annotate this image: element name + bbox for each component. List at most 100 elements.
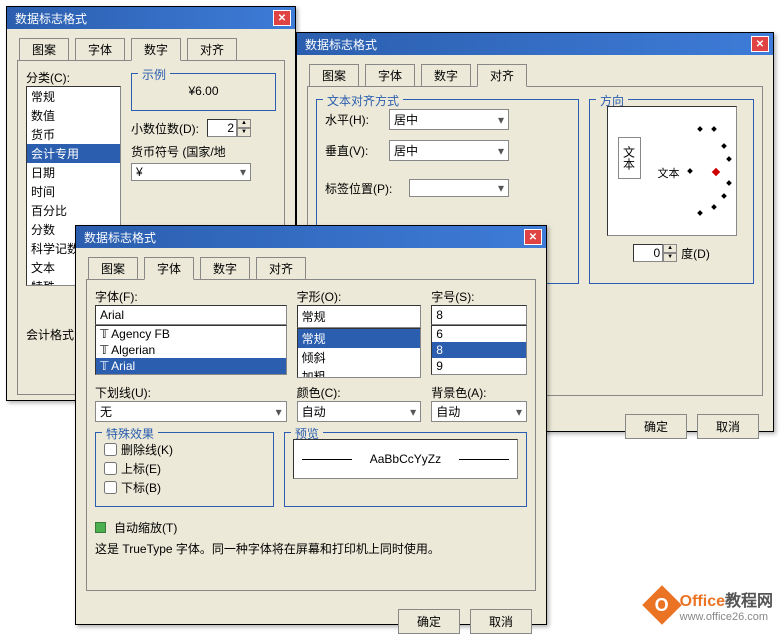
list-item[interactable]: 时间	[27, 182, 120, 201]
autoscale-checkbox[interactable]: 自动缩放(T)	[95, 519, 527, 536]
list-item[interactable]: 倾斜	[298, 348, 421, 367]
label-position-label: 标签位置(P):	[325, 180, 405, 197]
tab-pattern[interactable]: 图案	[88, 257, 138, 280]
degree-input[interactable]	[633, 244, 663, 262]
checked-icon	[95, 522, 106, 533]
currency-select[interactable]: ¥	[131, 163, 251, 181]
decimal-input[interactable]	[207, 119, 237, 137]
autoscale-label: 自动缩放(T)	[114, 519, 177, 536]
vertical-label: 垂直(V):	[325, 142, 385, 159]
size-listbox[interactable]: 6 8 9	[431, 325, 527, 375]
tab-font[interactable]: 字体	[75, 38, 125, 61]
super-label: 上标(E)	[121, 460, 161, 477]
ok-button[interactable]: 确定	[625, 414, 687, 439]
vertical-text-button[interactable]: 文本	[618, 137, 641, 179]
decimal-places-label: 小数位数(D):	[131, 120, 199, 137]
font-input[interactable]: Arial	[95, 305, 287, 325]
titlebar[interactable]: 数据标志格式 ✕	[76, 226, 546, 248]
effects-label: 特殊效果	[102, 425, 158, 442]
list-item[interactable]: 会计专用	[27, 144, 120, 163]
list-item[interactable]: 6	[432, 326, 526, 342]
tab-align[interactable]: 对齐	[477, 64, 527, 87]
strike-label: 删除线(K)	[121, 441, 173, 458]
horizontal-select[interactable]: 居中	[389, 109, 509, 130]
titlebar[interactable]: 数据标志格式 ✕	[7, 7, 295, 29]
tab-align[interactable]: 对齐	[187, 38, 237, 61]
orientation-dial[interactable]: 文本	[658, 127, 748, 217]
tab-font[interactable]: 字体	[144, 257, 194, 280]
tab-strip: 图案 字体 数字 对齐	[76, 248, 546, 279]
list-item[interactable]: 8	[432, 342, 526, 358]
bg-select[interactable]: 自动	[431, 401, 527, 422]
superscript-checkbox[interactable]: 上标(E)	[104, 460, 265, 477]
underline-label: 下划线(U):	[95, 384, 287, 401]
tab-pattern[interactable]: 图案	[309, 64, 359, 87]
tab-number[interactable]: 数字	[131, 38, 181, 61]
font-listbox[interactable]: 𝕋 Agency FB 𝕋 Algerian 𝕋 Arial	[95, 325, 287, 375]
preview-text: AaBbCcYyZz	[370, 452, 441, 466]
orientation-box[interactable]: 文本 文本	[607, 106, 737, 236]
dialog-title: 数据标志格式	[80, 229, 156, 246]
list-item[interactable]: 𝕋 Arial	[96, 358, 286, 374]
degree-label: 度(D)	[681, 245, 710, 262]
tab-strip: 图案 字体 数字 对齐	[7, 29, 295, 60]
dial-indicator-icon	[711, 168, 719, 176]
watermark-brand: Office	[680, 593, 725, 610]
list-item[interactable]: 𝕋 Algerian	[96, 342, 286, 358]
list-item[interactable]: 加粗	[298, 367, 421, 378]
tab-strip: 图案 字体 数字 对齐	[297, 55, 773, 86]
list-item[interactable]: 𝕋 Agency FB	[96, 326, 286, 342]
tab-pattern[interactable]: 图案	[19, 38, 69, 61]
close-icon[interactable]: ✕	[751, 36, 769, 52]
text-align-group-title: 文本对齐方式	[323, 92, 403, 109]
degree-spinner[interactable]: ▲▼	[633, 244, 677, 262]
spin-down-icon[interactable]: ▼	[663, 253, 677, 262]
vertical-value: 居中	[394, 142, 418, 159]
spin-down-icon[interactable]: ▼	[237, 128, 251, 137]
list-item[interactable]: 9	[432, 358, 526, 374]
subscript-checkbox[interactable]: 下标(B)	[104, 479, 265, 496]
list-item[interactable]: 货币	[27, 125, 120, 144]
close-icon[interactable]: ✕	[273, 10, 291, 26]
dialog-footer: 确定 取消	[76, 601, 546, 642]
label-position-select[interactable]	[409, 179, 509, 197]
style-input[interactable]: 常规	[297, 305, 422, 328]
color-select[interactable]: 自动	[297, 401, 422, 422]
sample-value: ¥6.00	[140, 80, 267, 102]
cancel-button[interactable]: 取消	[470, 609, 532, 634]
preview-box: AaBbCcYyZz	[293, 439, 518, 479]
tab-align[interactable]: 对齐	[256, 257, 306, 280]
tab-number[interactable]: 数字	[200, 257, 250, 280]
effects-group: 特殊效果 删除线(K) 上标(E) 下标(B)	[95, 432, 274, 507]
spin-up-icon[interactable]: ▲	[663, 244, 677, 253]
list-item[interactable]: 数值	[27, 106, 120, 125]
dialog-font-format: 数据标志格式 ✕ 图案 字体 数字 对齐 字体(F): Arial 𝕋 Agen…	[75, 225, 547, 625]
underline-select[interactable]: 无	[95, 401, 287, 422]
watermark-url: www.office26.com	[680, 611, 773, 623]
size-input[interactable]: 8	[431, 305, 527, 325]
color-value: 自动	[302, 403, 326, 420]
currency-value: ¥	[136, 165, 143, 179]
strikethrough-checkbox[interactable]: 删除线(K)	[104, 441, 265, 458]
category-label: 分类(C):	[26, 69, 121, 86]
cancel-button[interactable]: 取消	[697, 414, 759, 439]
decimal-spinner[interactable]: ▲▼	[207, 119, 251, 137]
list-item[interactable]: 日期	[27, 163, 120, 182]
tab-font[interactable]: 字体	[365, 64, 415, 87]
tab-number[interactable]: 数字	[421, 64, 471, 87]
list-item[interactable]: 常规	[27, 87, 120, 106]
spin-up-icon[interactable]: ▲	[237, 119, 251, 128]
titlebar[interactable]: 数据标志格式 ✕	[297, 33, 773, 55]
ok-button[interactable]: 确定	[398, 609, 460, 634]
size-label: 字号(S):	[431, 288, 527, 305]
currency-symbol-label: 货币符号 (国家/地	[131, 143, 226, 160]
list-item[interactable]: 常规	[298, 329, 421, 348]
style-listbox[interactable]: 常规 倾斜 加粗	[297, 328, 422, 378]
truetype-note: 这是 TrueType 字体。同一种字体将在屏幕和打印机上同时使用。	[95, 540, 527, 557]
watermark-rest: 教程网	[725, 593, 773, 610]
close-icon[interactable]: ✕	[524, 229, 542, 245]
vertical-select[interactable]: 居中	[389, 140, 509, 161]
list-item[interactable]: 百分比	[27, 201, 120, 220]
dial-text: 文本	[658, 165, 680, 181]
horizontal-value: 居中	[394, 111, 418, 128]
